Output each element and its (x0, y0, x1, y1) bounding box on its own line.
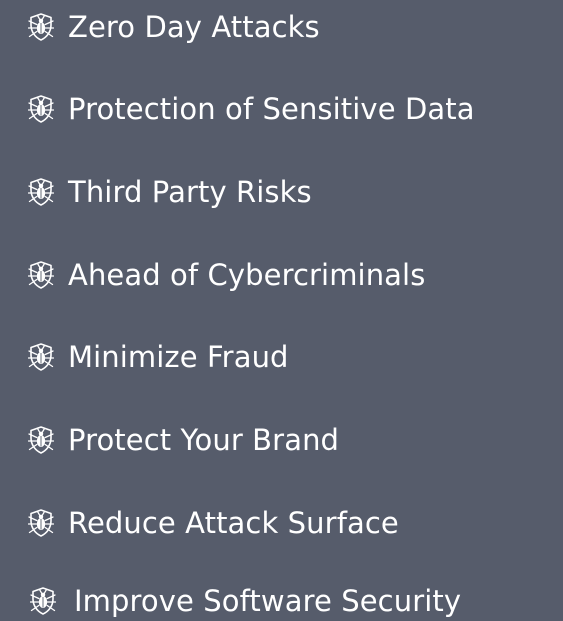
list-item-label: Ahead of Cybercriminals (68, 258, 426, 292)
list-item-label: Reduce Attack Surface (68, 506, 399, 540)
list-item: Reduce Attack Surface (28, 503, 399, 543)
list-item-label: Protection of Sensitive Data (68, 92, 475, 126)
shield-bug-icon (28, 260, 54, 290)
shield-bug-icon (28, 508, 54, 538)
shield-bug-icon (28, 177, 54, 207)
list-item: Protection of Sensitive Data (28, 89, 475, 129)
list-item-label: Third Party Risks (68, 175, 312, 209)
list-item-label: Improve Software Security (74, 584, 462, 618)
shield-bug-icon (28, 12, 54, 42)
list-item-label: Protect Your Brand (68, 423, 340, 457)
shield-bug-icon (28, 425, 54, 455)
shield-bug-icon (30, 586, 56, 616)
list-item: Minimize Fraud (28, 337, 289, 377)
list-item-label: Minimize Fraud (68, 340, 289, 374)
list-item: Third Party Risks (28, 172, 312, 212)
feature-list: Zero Day Attacks Protection of Sensitive… (0, 0, 563, 620)
shield-bug-icon (28, 94, 54, 124)
list-item: Protect Your Brand (28, 420, 339, 460)
list-item-label: Zero Day Attacks (68, 10, 320, 44)
list-item: Zero Day Attacks (28, 7, 320, 47)
list-item: Improve Software Security (30, 581, 461, 621)
shield-bug-icon (28, 342, 54, 372)
list-item: Ahead of Cybercriminals (28, 255, 425, 295)
